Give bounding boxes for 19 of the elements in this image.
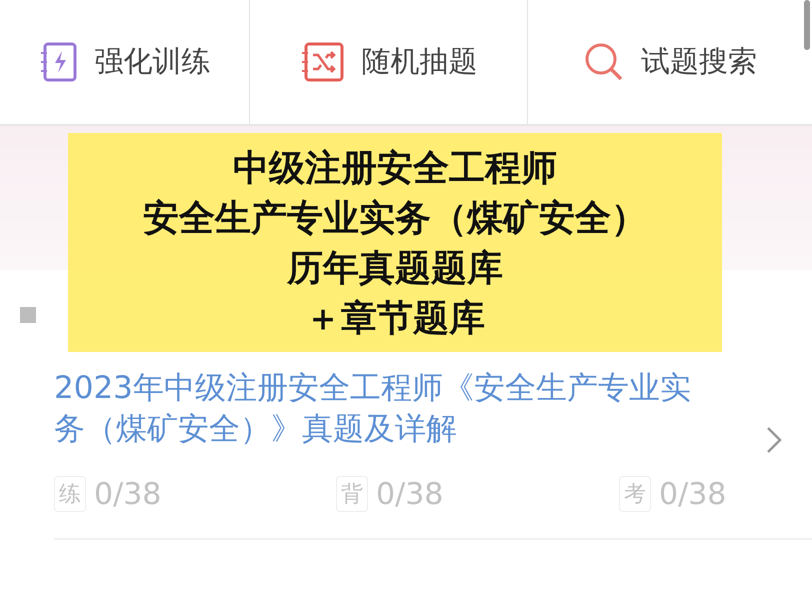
caption-line: 中级注册安全工程师 xyxy=(233,146,557,190)
mode-tag: 练 xyxy=(54,476,86,512)
caption-line: ＋章节题库 xyxy=(305,296,485,340)
shuffle-notebook-icon xyxy=(300,41,346,83)
toolbar-button[interactable]: 强化训练 xyxy=(0,0,250,124)
lightning-notebook-icon xyxy=(38,41,78,83)
bullet-square-icon xyxy=(20,307,36,323)
toolbar-button[interactable]: 试题搜索 xyxy=(528,0,812,124)
mode-tag: 背 xyxy=(336,476,368,512)
toolbar-button[interactable]: 随机抽题 xyxy=(250,0,528,124)
chevron-right-icon[interactable] xyxy=(766,426,782,454)
scrollbar-thumb xyxy=(804,0,810,50)
progress-count: 0/38 xyxy=(376,476,444,512)
caption-line: 安全生产专业实务（煤矿安全） xyxy=(143,196,647,240)
search-icon xyxy=(583,41,625,83)
mode-tag: 考 xyxy=(619,476,651,512)
caption-line: 历年真题题库 xyxy=(287,246,503,290)
progress-count: 0/38 xyxy=(659,476,726,512)
progress-count: 0/38 xyxy=(94,476,162,512)
